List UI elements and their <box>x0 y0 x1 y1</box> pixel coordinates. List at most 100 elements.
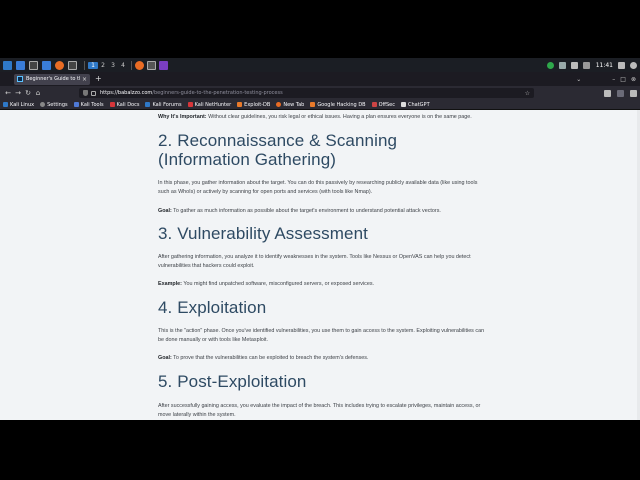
section-heading: 5. Post-Exploitation <box>158 372 307 391</box>
forward-arrow-icon[interactable]: → <box>13 89 23 97</box>
new-tab-button[interactable]: + <box>95 75 102 83</box>
power-icon[interactable] <box>630 61 637 69</box>
system-tray: 11:41 <box>542 61 637 69</box>
navigation-bar: ← → ↻ ⌂ https://babalzzo.com /beginners-… <box>0 86 640 100</box>
notification-icon[interactable] <box>582 61 590 69</box>
section-body: After successfully gaining access, you e… <box>158 403 481 418</box>
note-text: You might find unpatched software, misco… <box>181 281 375 287</box>
page-content: Why It's Important: Without clear guidel… <box>0 110 640 420</box>
tab-title: Beginner's Guide to the P <box>26 76 80 82</box>
bookmark-new-tab[interactable]: New Tab <box>276 102 304 108</box>
bookmark-chatgpt[interactable]: ChatGPT <box>401 102 430 108</box>
workspace-2[interactable]: 2 <box>98 62 108 69</box>
note-bold: Goal: <box>158 208 172 214</box>
bookmark-kali-docs[interactable]: Kali Docs <box>109 101 140 108</box>
bookmark-google-hacking-db[interactable]: Google Hacking DB <box>310 102 366 108</box>
padlock-icon[interactable] <box>91 90 96 96</box>
home-icon[interactable]: ⌂ <box>33 89 43 97</box>
bookmark-offsec[interactable]: OffSec <box>371 101 395 108</box>
minimize-icon[interactable]: – <box>612 76 615 83</box>
bookmark-star-icon[interactable]: ☆ <box>525 90 530 97</box>
window-controls: – □ ⊗ <box>607 76 636 83</box>
window-button-app[interactable] <box>159 60 168 70</box>
bookmark-label: Kali Docs <box>116 101 140 108</box>
bookmark-kali-tools[interactable]: Kali Tools <box>73 101 104 108</box>
heading-line: (Information Gathering) <box>158 150 337 169</box>
bookmark-label: Kali Linux <box>10 101 35 108</box>
bookmarks-bar: Kali Linux Settings Kali Tools Kali Docs… <box>0 100 640 110</box>
note-text: To prove that the vulnerabilities can be… <box>171 355 369 361</box>
section-body: After gathering information, you analyze… <box>158 254 471 269</box>
workspace-1[interactable]: 1 <box>88 61 98 69</box>
letterbox-bottom <box>0 420 640 480</box>
pocket-icon[interactable] <box>604 89 611 97</box>
bookmark-label: Kali NetHunter <box>194 101 232 108</box>
clock[interactable]: 11:41 <box>596 62 613 69</box>
bookmark-label: ChatGPT <box>408 101 430 108</box>
toolbar-extensions <box>598 89 637 97</box>
letterbox-top <box>0 0 640 58</box>
tools-icon <box>73 102 79 107</box>
tab-list-chevron-icon[interactable]: ⌄ <box>576 76 581 83</box>
section-note: Goal: To gather as much information as p… <box>158 207 490 216</box>
site-favicon-icon <box>17 76 23 82</box>
back-arrow-icon[interactable]: ← <box>3 89 13 97</box>
maximize-icon[interactable]: □ <box>620 76 626 83</box>
tracking-shield-icon[interactable] <box>83 90 88 96</box>
section-note: Example: You might find unpatched softwa… <box>158 280 490 289</box>
bookmark-settings[interactable]: Settings <box>40 102 68 108</box>
file-manager-icon[interactable] <box>42 60 51 70</box>
heading-line: 2. Reconnaissance & Scanning <box>158 131 398 150</box>
taskbar: 1 2 3 4 11:41 <box>0 58 640 72</box>
status-icon[interactable] <box>546 61 554 69</box>
note-bold: Example: <box>158 281 182 287</box>
bookmark-label: OffSec <box>378 101 395 108</box>
network-icon[interactable] <box>558 61 566 69</box>
workspace-3[interactable]: 3 <box>108 62 118 69</box>
exploit-db-icon <box>237 102 243 107</box>
menu-icon[interactable] <box>630 89 637 97</box>
close-icon[interactable]: ⊗ <box>631 76 636 83</box>
kali-menu-icon[interactable] <box>3 60 12 70</box>
intro-text: Without clear guidelines, you risk legal… <box>206 114 472 120</box>
volume-icon[interactable] <box>570 61 578 69</box>
lock-icon[interactable] <box>618 61 625 69</box>
intro-paragraph: Why It's Important: Without clear guidel… <box>158 113 490 122</box>
tab-bar: Beginner's Guide to the P × + ⌄ – □ ⊗ <box>0 72 640 86</box>
firefox-icon <box>276 102 282 107</box>
intro-bold: Why It's Important: <box>158 114 207 120</box>
ghdb-icon <box>310 102 316 107</box>
bookmark-kali-nethunter[interactable]: Kali NetHunter <box>187 101 232 108</box>
show-desktop-icon[interactable] <box>16 60 25 70</box>
reload-icon[interactable]: ↻ <box>23 89 33 97</box>
kali-icon <box>145 102 151 107</box>
section-heading: 4. Exploitation <box>158 298 267 317</box>
window-button-firefox[interactable] <box>135 60 144 70</box>
gear-icon <box>40 102 46 107</box>
extensions-icon[interactable] <box>617 89 624 97</box>
taskbar-separator <box>84 60 85 70</box>
chatgpt-icon <box>401 102 406 107</box>
nethunter-icon <box>187 102 193 107</box>
url-bar[interactable]: https://babalzzo.com /beginners-guide-to… <box>79 88 534 98</box>
terminal-window-icon[interactable] <box>68 60 77 70</box>
note-text: To gather as much information as possibl… <box>171 208 441 214</box>
offsec-icon <box>371 102 377 107</box>
tab-close-icon[interactable]: × <box>82 76 87 83</box>
workspace-4[interactable]: 4 <box>118 62 128 69</box>
firefox-icon[interactable] <box>55 60 64 70</box>
bookmark-label: Settings <box>47 101 68 108</box>
bookmark-kali-linux[interactable]: Kali Linux <box>3 102 34 108</box>
bookmark-exploit-db[interactable]: Exploit-DB <box>237 102 270 108</box>
browser-tab[interactable]: Beginner's Guide to the P × <box>14 73 90 85</box>
url-host: https://babalzzo.com <box>100 90 153 96</box>
bookmark-label: Exploit-DB <box>244 101 271 108</box>
screen: 1 2 3 4 11:41 Beginner's Guide to the P … <box>0 0 640 480</box>
note-bold: Goal: <box>158 355 172 361</box>
window-button-terminal[interactable] <box>147 60 156 70</box>
bookmark-label: Kali Tools <box>80 101 104 108</box>
bookmark-kali-forums[interactable]: Kali Forums <box>145 101 182 108</box>
taskbar-separator <box>131 60 132 70</box>
bookmark-label: Kali Forums <box>152 101 182 108</box>
terminal-icon[interactable] <box>29 60 38 70</box>
